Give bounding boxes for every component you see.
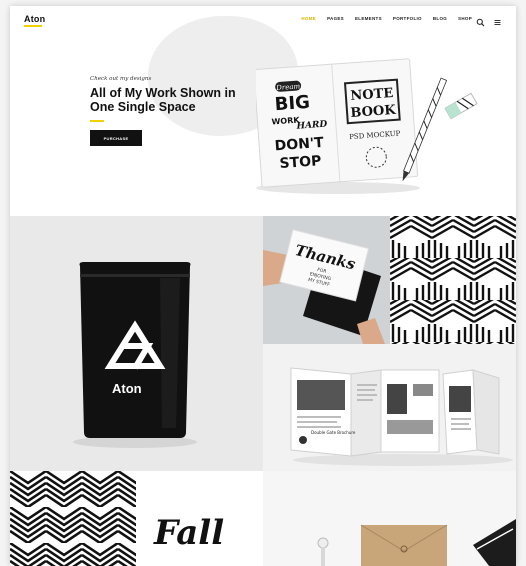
portfolio-item-script-lettering[interactable]: Fall bbox=[136, 471, 263, 566]
brand-logo[interactable]: Aton bbox=[24, 14, 45, 24]
hero-eyebrow: Check out my designs bbox=[90, 76, 152, 82]
portfolio-item-envelope[interactable] bbox=[263, 471, 516, 566]
search-icon[interactable] bbox=[476, 14, 485, 27]
geometric-pattern-image bbox=[390, 216, 516, 344]
eraser-image bbox=[444, 92, 478, 120]
portfolio-item-zigzag-pattern[interactable] bbox=[10, 471, 136, 566]
header-icons bbox=[476, 14, 502, 27]
svg-text:BOOK: BOOK bbox=[350, 103, 397, 121]
portfolio-item-geometric-pattern[interactable] bbox=[390, 216, 516, 344]
svg-text:Double Gate Brochure: Double Gate Brochure bbox=[311, 430, 356, 435]
coffee-bag-image bbox=[73, 262, 197, 448]
script-lettering-text: Fall bbox=[154, 513, 225, 553]
bag-brand-label: Aton bbox=[112, 381, 142, 396]
page: Aton HOME PAGES ELEMENTS PORTFOLIO BLOG … bbox=[10, 6, 516, 566]
nav-item-blog[interactable]: BLOG bbox=[433, 16, 447, 21]
notebook-mockup-image: Dream BIG WORK HARD DON'T STOP NOTE BOOK… bbox=[256, 58, 478, 194]
nav-item-home[interactable]: HOME bbox=[301, 16, 316, 21]
brochure-image: Double Gate Brochure bbox=[290, 367, 513, 466]
main-nav: HOME PAGES ELEMENTS PORTFOLIO BLOG SHOP bbox=[301, 16, 472, 21]
nav-item-elements[interactable]: ELEMENTS bbox=[355, 16, 382, 21]
svg-text:NOTE: NOTE bbox=[350, 86, 394, 104]
svg-text:BIG: BIG bbox=[274, 92, 311, 115]
thank-you-card-image: Thanks FOR ENJOYING MY STUFF bbox=[263, 229, 385, 344]
svg-text:STOP: STOP bbox=[279, 153, 322, 172]
menu-icon[interactable] bbox=[493, 14, 502, 25]
hero-title: All of My Work Shown in One Single Space bbox=[90, 86, 236, 114]
portfolio-item-brochure[interactable]: Double Gate Brochure bbox=[263, 344, 516, 471]
nav-item-shop[interactable]: SHOP bbox=[458, 16, 472, 21]
zigzag-pattern-image bbox=[10, 471, 136, 566]
portfolio-item-coffee-bag[interactable]: Aton bbox=[10, 216, 263, 471]
nav-item-portfolio[interactable]: PORTFOLIO bbox=[393, 16, 422, 21]
hero-section: Check out my designs All of My Work Show… bbox=[10, 16, 516, 216]
portfolio-item-thank-you-card[interactable]: Thanks FOR ENJOYING MY STUFF bbox=[263, 216, 390, 344]
brand-logo-underline bbox=[24, 25, 42, 27]
hero-accent-line bbox=[90, 120, 104, 122]
purchase-button[interactable]: PURCHASE bbox=[90, 130, 142, 146]
envelope-image bbox=[317, 519, 516, 566]
nav-item-pages[interactable]: PAGES bbox=[327, 16, 344, 21]
